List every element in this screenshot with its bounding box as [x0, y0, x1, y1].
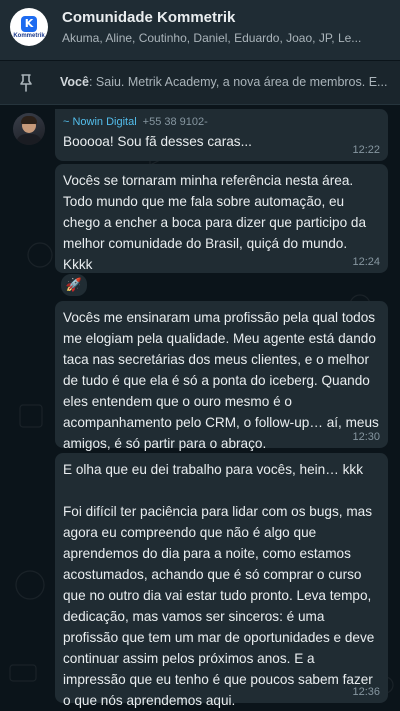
pinned-content: : Saiu. Metrik Academy, a nova área de m…	[88, 75, 388, 89]
message-time: 12:22	[352, 144, 380, 156]
pinned-message-text[interactable]: Você: Saiu. Metrik Academy, a nova área …	[60, 75, 395, 89]
message-sender[interactable]: ~ Nowin Digital +55 38 9102-	[63, 115, 380, 129]
message-text: Booooa! Sou fã desses caras...	[63, 134, 252, 149]
group-title[interactable]: Comunidade Kommetrik	[62, 9, 235, 26]
chat-header[interactable]: K Kommetrik Comunidade Kommetrik Akuma, …	[0, 0, 400, 60]
pinned-sender: Você	[60, 75, 89, 89]
kommetrik-logo-icon: K	[21, 15, 37, 32]
message-text: Vocês se tornaram minha referência nesta…	[63, 173, 370, 272]
message-bubble[interactable]: ~ Nowin Digital +55 38 9102- Booooa! Sou …	[55, 109, 388, 161]
group-avatar[interactable]: K Kommetrik	[10, 8, 48, 46]
rocket-reaction[interactable]: 🚀	[60, 273, 88, 297]
group-members-list[interactable]: Akuma, Aline, Coutinho, Daniel, Eduardo,…	[62, 31, 392, 45]
message-text: Vocês me ensinaram uma profissão pela qu…	[63, 310, 383, 451]
message-list[interactable]: ~ Nowin Digital +55 38 9102- Booooa! Sou …	[0, 105, 400, 711]
pin-icon	[20, 74, 32, 92]
message-bubble[interactable]: E olha que eu dei trabalho para vocês, h…	[55, 453, 388, 708]
message-time: 12:24	[352, 256, 380, 268]
message-text: E olha que eu dei trabalho para vocês, h…	[63, 462, 375, 708]
message-bubble[interactable]: Vocês me ensinaram uma profissão pela qu…	[55, 301, 388, 451]
sender-phone: +55 38 9102-	[142, 116, 208, 128]
kommetrik-logo-text: Kommetrik	[13, 32, 45, 39]
sender-avatar[interactable]	[13, 113, 45, 145]
pinned-message-bar[interactable]: Você: Saiu. Metrik Academy, a nova área …	[0, 61, 400, 105]
message-time: 12:30	[352, 431, 380, 443]
sender-name[interactable]: ~ Nowin Digital	[63, 116, 137, 128]
message-time: 12:36	[352, 686, 380, 698]
message-bubble[interactable]: Vocês se tornaram minha referência nesta…	[55, 164, 388, 273]
